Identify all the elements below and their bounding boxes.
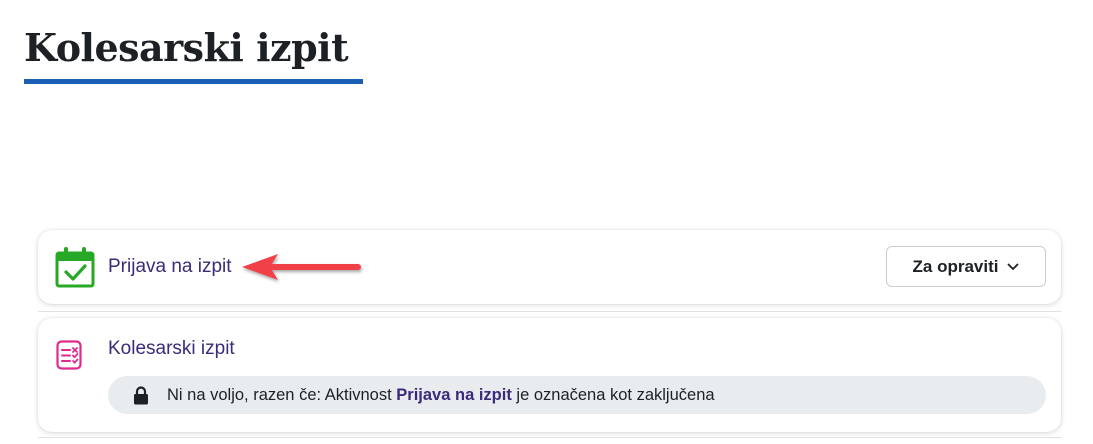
- annotation-arrow-icon: [242, 254, 361, 280]
- page-title: Kolesarski izpit: [24, 25, 349, 70]
- activity-card-kolesarski-izpit: Kolesarski izpit Ni na voljo, razen če: …: [38, 318, 1061, 432]
- completion-dropdown-button[interactable]: Za opraviti: [886, 246, 1046, 287]
- restriction-prefix: Ni na voljo, razen če: Aktivnost: [167, 385, 397, 404]
- activity-card-prijava: Prijava na izpit Za opraviti: [38, 230, 1061, 304]
- course-section-page: Kolesarski izpit Prijava na izpit Za opr…: [0, 0, 1093, 444]
- calendar-check-icon: [55, 246, 95, 288]
- title-underline: [24, 79, 363, 84]
- restriction-suffix: je označena kot zaključena: [511, 385, 715, 404]
- activity-link-kolesarski-izpit[interactable]: Kolesarski izpit: [108, 338, 235, 360]
- activity-divider: [38, 437, 1061, 438]
- restriction-activity-link[interactable]: Prijava na izpit: [396, 386, 512, 405]
- chevron-down-icon: [1008, 263, 1019, 270]
- activity-divider: [38, 311, 1061, 312]
- lock-icon: [134, 385, 148, 404]
- restriction-notice: Ni na voljo, razen če: Aktivnost Prijava…: [108, 376, 1046, 414]
- quiz-icon: [56, 340, 82, 370]
- activity-link-prijava[interactable]: Prijava na izpit: [108, 256, 232, 278]
- completion-dropdown-label: Za opraviti: [912, 256, 999, 276]
